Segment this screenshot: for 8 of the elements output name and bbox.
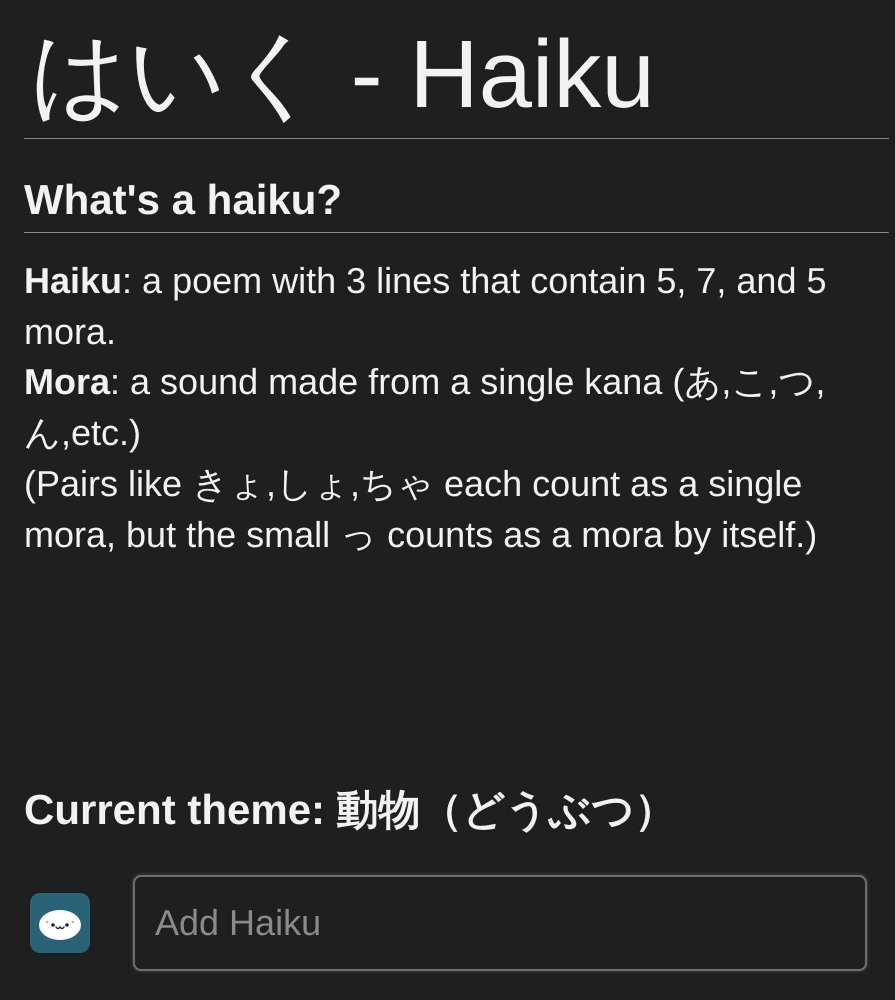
definition-text: Haiku: a poem with 3 lines that contain 5, 7, and 5 mora. [24, 259, 828, 354]
definition-text: (Pairs like きょ,しょ,ちゃ each count as a single mora, but the small っ counts as a mora by itself.) [24, 462, 818, 557]
definition-text: Mora: a sound made from a single kana (あ,こ,つ,ん,etc.) [24, 360, 826, 456]
haiku-input-field[interactable]: Add Haiku [133, 875, 867, 971]
page-title: はいく - Haiku [30, 20, 655, 130]
theme-heading: Current theme: 動物（どうぶつ） [24, 785, 677, 835]
section-heading: What's a haiku? [24, 175, 342, 225]
blob-face-icon [30, 893, 90, 953]
